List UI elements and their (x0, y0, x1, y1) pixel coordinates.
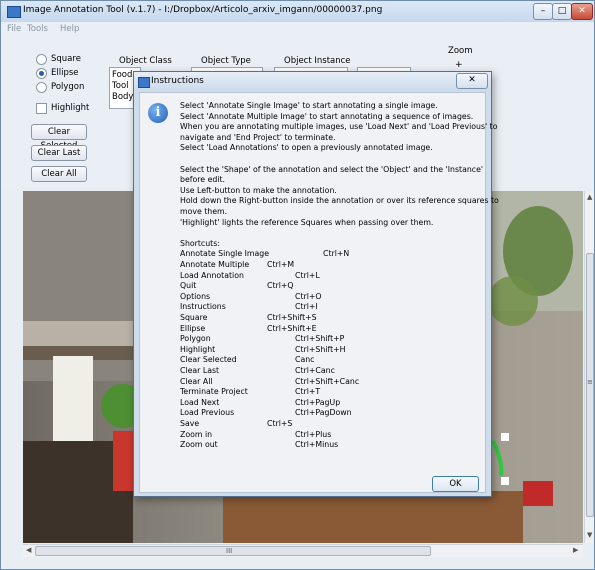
scroll-down-icon[interactable]: ▼ (587, 531, 592, 539)
shortcut-key: Ctrl+S (267, 419, 293, 428)
shortcuts-title: Shortcuts: (180, 238, 220, 248)
instruction-line: move them. (180, 207, 228, 216)
menu-tools[interactable]: Tools (27, 24, 48, 34)
shortcut-key: Ctrl+Shift+Canc (295, 376, 360, 386)
shortcut-name: Instructions (180, 302, 226, 312)
maximize-button[interactable]: □ (552, 3, 572, 20)
clear-selected-button[interactable]: Clear Selected (31, 124, 87, 151)
scroll-right-icon[interactable]: ▶ (573, 546, 578, 554)
thumb-grip-icon: III (226, 547, 233, 555)
shortcut-key: Ctrl+Q (267, 281, 294, 291)
shortcut-name: Annotate Single Image (180, 249, 270, 259)
window-title: Image Annotation Tool (v.1.7) - I:/Dropb… (23, 5, 383, 15)
vertical-scroll-thumb[interactable]: ≡ (586, 253, 594, 517)
scroll-left-icon[interactable]: ◀ (26, 546, 31, 554)
shortcut-name: Terminate Project (180, 387, 248, 397)
minimize-button[interactable]: – (533, 3, 553, 20)
shortcut-name: Load Next (180, 397, 220, 407)
dialog-title: Instructions (151, 76, 204, 86)
instructions-dialog: Instructions ✕ i Select 'Annotate Single… (133, 71, 499, 497)
instruction-line: 'Highlight' lights the reference Squares… (180, 217, 434, 227)
shortcut-key: Ctrl+Shift+S (267, 313, 317, 322)
info-icon: i (148, 103, 168, 123)
shortcut-key: Canc (295, 355, 315, 365)
instruction-line: Select 'Load Annotations' to open a prev… (180, 143, 433, 153)
menu-bar: File Tools Help (1, 22, 594, 37)
shortcut-key: Ctrl+N (323, 249, 350, 259)
instruction-line: navigate and 'End Project' to terminate. (180, 132, 336, 142)
menu-file[interactable]: File (7, 24, 21, 34)
shortcut-key: Ctrl+L (295, 270, 320, 280)
shortcut-name: Annotate Multiple (180, 260, 250, 269)
horizontal-scrollbar[interactable]: ◀ III ▶ (23, 544, 583, 557)
object-class-header: Object Class (119, 56, 172, 66)
thumb-grip-icon: ≡ (587, 378, 593, 386)
object-class-item[interactable]: Body (112, 92, 133, 102)
dialog-app-icon (138, 77, 150, 88)
horizontal-scroll-thumb[interactable]: III (35, 546, 431, 556)
dialog-body: i Select 'Annotate Single Image' to star… (139, 92, 499, 493)
zoom-label: Zoom (448, 46, 473, 56)
shortcut-name: Save (180, 419, 200, 428)
shape-square-label: Square (51, 54, 81, 64)
dialog-close-button[interactable]: ✕ (456, 73, 488, 89)
shortcut-key: Ctrl+Shift+E (267, 323, 317, 333)
app-window: Image Annotation Tool (v.1.7) - I:/Dropb… (0, 0, 595, 570)
clear-last-button[interactable]: Clear Last (31, 145, 87, 161)
instruction-line: Hold down the Right-button inside the an… (180, 196, 499, 206)
zoom-in-icon[interactable]: + (455, 60, 463, 70)
shortcut-key: Ctrl+Plus (295, 429, 332, 439)
object-class-item[interactable]: Food (112, 70, 132, 80)
shortcut-key: Ctrl+Shift+H (295, 344, 346, 354)
instruction-line: When you are annotating multiple images,… (180, 122, 498, 132)
instruction-line: Use Left-button to make the annotation. (180, 185, 337, 195)
object-class-item[interactable]: Tool (112, 81, 129, 91)
shortcut-name: Zoom out (180, 440, 218, 450)
highlight-label: Highlight (51, 103, 90, 113)
shortcut-key: Ctrl+PagDown (295, 408, 352, 418)
shortcut-key: Ctrl+Minus (295, 440, 339, 450)
title-bar: Image Annotation Tool (v.1.7) - I:/Dropb… (1, 1, 594, 22)
shape-polygon-label: Polygon (51, 82, 85, 92)
shortcut-name: Square (180, 313, 208, 322)
instruction-line: Select 'Annotate Multiple Image' to star… (180, 111, 474, 121)
shortcut-name: Load Annotation (180, 270, 244, 280)
app-icon (7, 6, 21, 18)
highlight-checkbox[interactable] (36, 103, 47, 114)
shortcut-key: Ctrl+O (295, 291, 322, 301)
instruction-line: Select the 'Shape' of the annotation and… (180, 164, 484, 174)
shortcut-key: Ctrl+M (267, 260, 295, 269)
close-button[interactable]: ✕ (571, 3, 593, 20)
shortcut-name: Clear Last (180, 366, 220, 375)
menu-help[interactable]: Help (60, 24, 79, 34)
shortcut-key: Ctrl+PagUp (295, 397, 341, 407)
shortcut-name: Zoom in (180, 429, 213, 439)
shape-ellipse-label: Ellipse (51, 68, 79, 78)
shape-ellipse-radio[interactable] (36, 68, 47, 79)
instruction-line: before edit. (180, 175, 226, 185)
shortcut-name: Clear All (180, 376, 213, 386)
shortcut-key: Ctrl+Shift+P (295, 334, 345, 344)
scroll-up-icon[interactable]: ▲ (587, 193, 592, 201)
shortcut-name: Quit (180, 281, 197, 291)
shortcut-name: Clear Selected (180, 355, 237, 365)
shortcut-name: Load Previous (180, 408, 235, 418)
shortcut-name: Highlight (180, 344, 216, 354)
clear-all-button[interactable]: Clear All (31, 166, 87, 182)
shortcut-name: Ellipse (180, 323, 206, 333)
instruction-line: Select 'Annotate Single Image' to start … (180, 101, 438, 110)
shortcut-key: Ctrl+T (295, 387, 321, 397)
shape-square-radio[interactable] (36, 54, 47, 65)
object-type-header: Object Type (201, 56, 251, 66)
shortcut-name: Polygon (180, 334, 211, 344)
dialog-title-bar: Instructions ✕ (134, 72, 491, 91)
ok-button[interactable]: OK (432, 476, 479, 492)
object-instance-header: Object Instance (284, 56, 351, 66)
shortcut-key: Ctrl+I (295, 302, 318, 312)
shortcut-name: Options (180, 291, 211, 301)
vertical-scrollbar[interactable]: ▲ ≡ ▼ (584, 191, 594, 543)
shape-polygon-radio[interactable] (36, 82, 47, 93)
shortcut-key: Ctrl+Canc (295, 366, 335, 375)
